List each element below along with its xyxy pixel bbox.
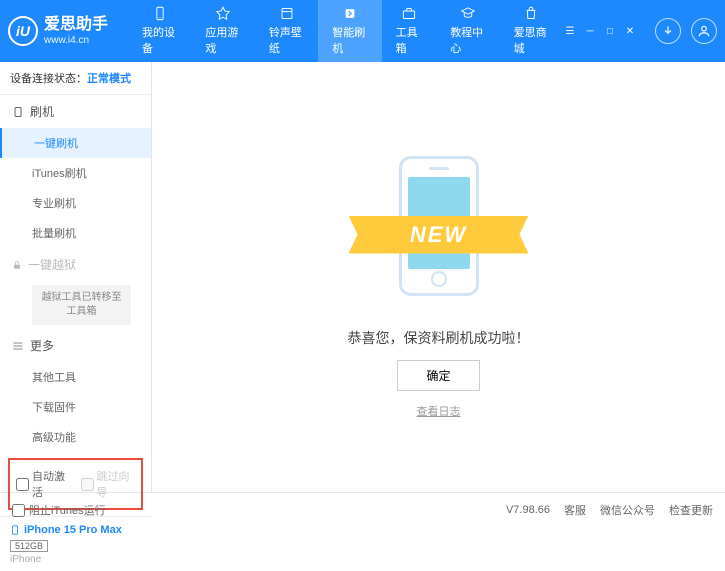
sidebar-other-tools[interactable]: 其他工具 <box>0 362 151 392</box>
app-header: iU 爱思助手 www.i4.cn 我的设备 应用游戏 铃声壁纸 智能刷机 工具… <box>0 0 725 62</box>
nav-flash[interactable]: 智能刷机 <box>318 0 381 62</box>
sidebar-advanced[interactable]: 高级功能 <box>0 422 151 452</box>
nav-apps[interactable]: 应用游戏 <box>191 0 254 62</box>
more-section[interactable]: 更多 <box>0 329 151 362</box>
sidebar-pro-flash[interactable]: 专业刷机 <box>0 188 151 218</box>
main-content: NEW 恭喜您，保资料刷机成功啦！ 确定 查看日志 <box>152 62 725 492</box>
brand-url: www.i4.cn <box>44 35 108 47</box>
flash-section[interactable]: 刷机 <box>0 95 151 128</box>
new-ribbon: NEW <box>349 216 529 254</box>
minimize-icon[interactable]: ─ <box>583 24 597 38</box>
sidebar-batch-flash[interactable]: 批量刷机 <box>0 218 151 248</box>
close-icon[interactable]: ✕ <box>623 24 637 38</box>
version-label: V7.98.66 <box>506 504 550 516</box>
nav-ringtones[interactable]: 铃声壁纸 <box>255 0 318 62</box>
download-button[interactable] <box>655 18 681 44</box>
skip-guide-checkbox[interactable]: 跳过向导 <box>81 468 136 500</box>
jailbreak-section: 一键越狱 <box>0 248 151 281</box>
logo-icon: iU <box>8 16 38 46</box>
view-log-link[interactable]: 查看日志 <box>417 403 461 419</box>
sidebar-onekey-flash[interactable]: 一键刷机 <box>0 128 151 158</box>
brand-title: 爱思助手 <box>44 15 108 34</box>
device-info[interactable]: iPhone 15 Pro Max 512GB iPhone <box>0 516 151 571</box>
sidebar: 设备连接状态：正常模式 刷机 一键刷机 iTunes刷机 专业刷机 批量刷机 一… <box>0 62 152 492</box>
window-controls: ☰ ─ □ ✕ <box>563 24 637 38</box>
ok-button[interactable]: 确定 <box>397 360 479 391</box>
auto-activate-checkbox[interactable]: 自动激活 <box>16 468 71 500</box>
support-link[interactable]: 客服 <box>564 502 586 518</box>
logo-area: iU 爱思助手 www.i4.cn <box>8 15 108 46</box>
menu-icon[interactable]: ☰ <box>563 24 577 38</box>
top-nav: 我的设备 应用游戏 铃声壁纸 智能刷机 工具箱 教程中心 爱思商城 <box>128 0 563 62</box>
maximize-icon[interactable]: □ <box>603 24 617 38</box>
user-button[interactable] <box>691 18 717 44</box>
wechat-link[interactable]: 微信公众号 <box>600 502 655 518</box>
success-illustration: NEW <box>339 136 539 316</box>
nav-tutorials[interactable]: 教程中心 <box>436 0 499 62</box>
block-itunes-checkbox[interactable]: 阻止iTunes运行 <box>12 502 106 518</box>
nav-toolbox[interactable]: 工具箱 <box>382 0 437 62</box>
device-type: iPhone <box>10 554 141 565</box>
jailbreak-moved-note: 越狱工具已转移至工具箱 <box>32 285 131 325</box>
success-message: 恭喜您，保资料刷机成功啦！ <box>348 328 530 348</box>
sidebar-itunes-flash[interactable]: iTunes刷机 <box>0 158 151 188</box>
check-update-link[interactable]: 检查更新 <box>669 502 713 518</box>
nav-store[interactable]: 爱思商城 <box>500 0 563 62</box>
connection-status: 设备连接状态：正常模式 <box>0 62 151 95</box>
sidebar-download-firmware[interactable]: 下载固件 <box>0 392 151 422</box>
nav-my-device[interactable]: 我的设备 <box>128 0 191 62</box>
storage-badge: 512GB <box>10 540 48 552</box>
